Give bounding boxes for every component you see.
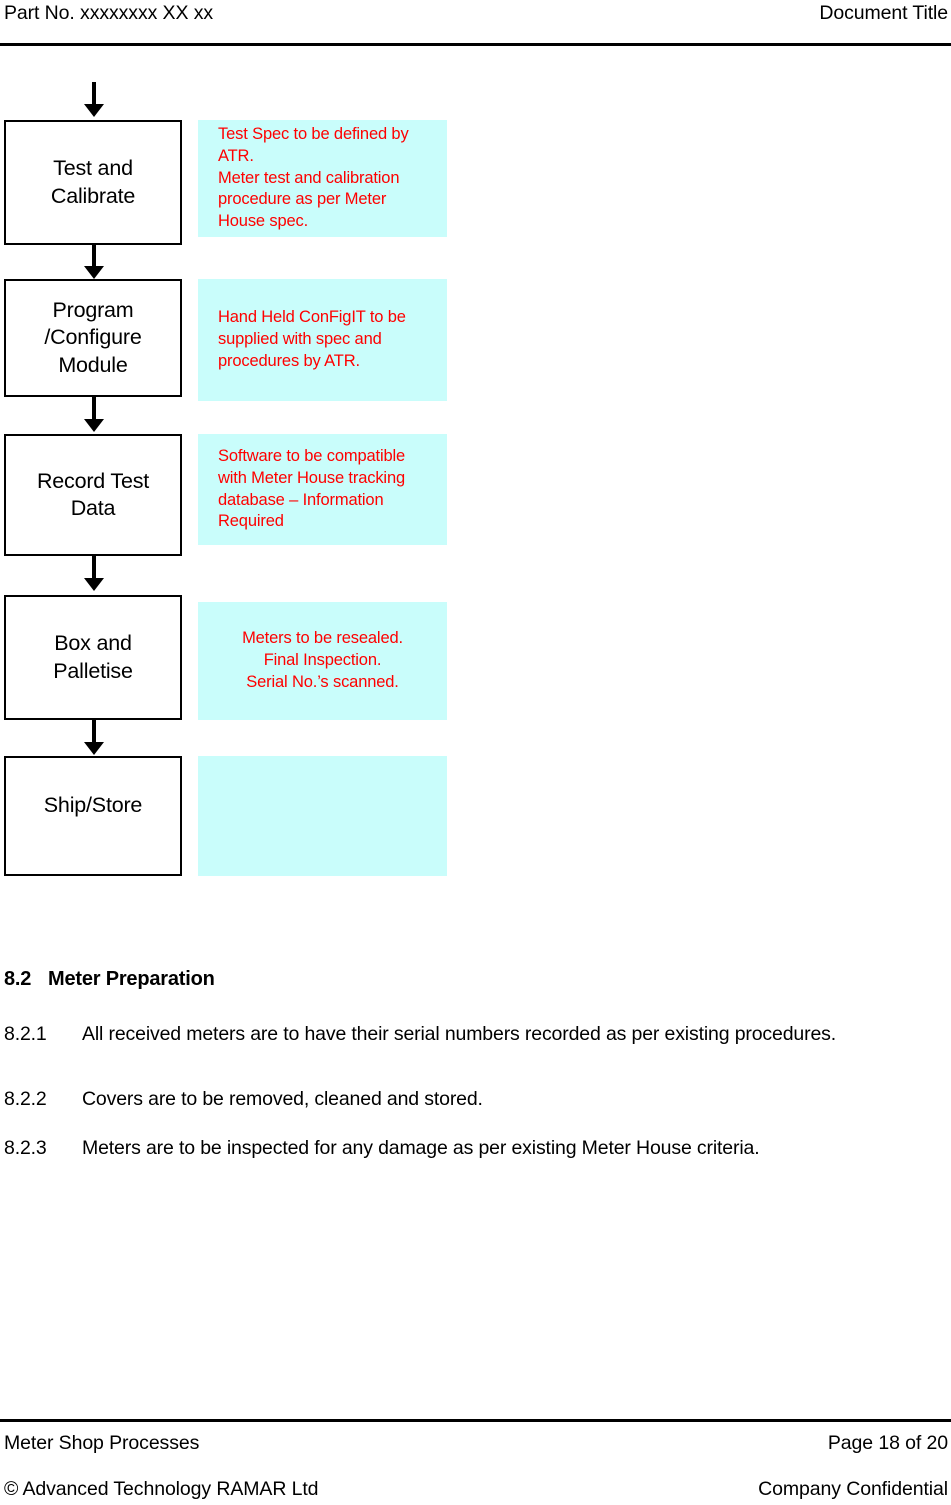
flow-arrowhead-entry (84, 104, 104, 117)
flow-box-record-test-data: Record Test Data (4, 434, 182, 556)
section-heading-8-2: 8.2 Meter Preparation (4, 968, 944, 991)
flow-note-line: Serial No.’s scanned. (246, 672, 399, 691)
flow-arrowhead-3-4 (84, 578, 104, 591)
flow-box-label-line: /Configure (44, 325, 142, 350)
flow-note-line: Meter test and calibration procedure as … (218, 168, 400, 231)
footer-divider (0, 1419, 951, 1422)
flow-note-box-and-palletise: Meters to be resealed. Final Inspection.… (198, 602, 447, 720)
flow-box-label-line: Data (70, 496, 116, 520)
flow-box-label-line: Program (52, 298, 134, 323)
flow-arrowhead-1-2 (84, 266, 104, 279)
page-footer: Meter Shop Processes Page 18 of 20 © Adv… (0, 1405, 951, 1505)
flow-box-label-line: Module (58, 352, 128, 377)
clause-text: Meters are to be inspected for any damag… (82, 1137, 760, 1159)
clause-text: All received meters are to have their se… (82, 1023, 837, 1045)
clause-text: Covers are to be removed, cleaned and st… (82, 1088, 483, 1110)
flow-box-label-line: Ship/Store (43, 793, 143, 817)
section-number: 8.2 (4, 968, 32, 990)
footer-document-name: Meter Shop Processes (4, 1432, 200, 1454)
footer-copyright: © Advanced Technology RAMAR Ltd (4, 1478, 319, 1500)
flow-note-ship-store (198, 756, 447, 876)
flow-note-line: Test Spec to be defined by ATR. (218, 124, 409, 165)
section-title: Meter Preparation (48, 968, 215, 990)
flow-arrowhead-4-5 (84, 742, 104, 755)
clause-number: 8.2.3 (4, 1137, 47, 1159)
flow-box-label-line: Box and (54, 631, 132, 656)
flow-box-label-line: Record Test (36, 468, 150, 493)
flow-note-line: Final Inspection. (263, 651, 382, 670)
flow-note-line: Meters to be resealed. (242, 629, 403, 648)
flow-box-program-configure-module: Program /Configure Module (4, 279, 182, 397)
footer-row-primary: Meter Shop Processes Page 18 of 20 (0, 1432, 951, 1458)
flow-box-test-and-calibrate: Test and Calibrate (4, 120, 182, 245)
flow-note-line: Software to be compatible with Meter Hou… (218, 446, 406, 531)
clause-number: 8.2.2 (4, 1088, 47, 1110)
flow-note-test-and-calibrate: Test Spec to be defined by ATR. Meter te… (198, 120, 447, 237)
flow-note-line: Hand Held ConFigIT to be supplied with s… (218, 308, 406, 370)
footer-row-secondary: © Advanced Technology RAMAR Ltd Company … (0, 1478, 951, 1504)
flow-box-label-line: Palletise (53, 658, 133, 683)
flow-note-record-test-data: Software to be compatible with Meter Hou… (198, 434, 447, 545)
clause-8-2-2: 8.2.2 Covers are to be removed, cleaned … (4, 1085, 944, 1113)
footer-classification: Company Confidential (758, 1478, 948, 1500)
clause-number: 8.2.1 (4, 1023, 47, 1045)
header-document-title: Document Title (819, 2, 948, 24)
flow-box-box-and-palletise: Box and Palletise (4, 595, 182, 720)
footer-page-number: Page 18 of 20 (827, 1432, 948, 1454)
flow-note-program-configure-module: Hand Held ConFigIT to be supplied with s… (198, 279, 447, 401)
flow-box-ship-store: Ship/Store (4, 756, 182, 876)
flow-arrowhead-2-3 (84, 419, 104, 432)
clause-8-2-1: 8.2.1 All received meters are to have th… (4, 1020, 944, 1048)
flow-box-label-line: Test and (53, 156, 133, 181)
flow-box-label-line: Calibrate (50, 183, 136, 208)
clause-8-2-3: 8.2.3 Meters are to be inspected for any… (4, 1134, 944, 1162)
process-flowchart: Test and Calibrate Test Spec to be defin… (0, 0, 470, 900)
